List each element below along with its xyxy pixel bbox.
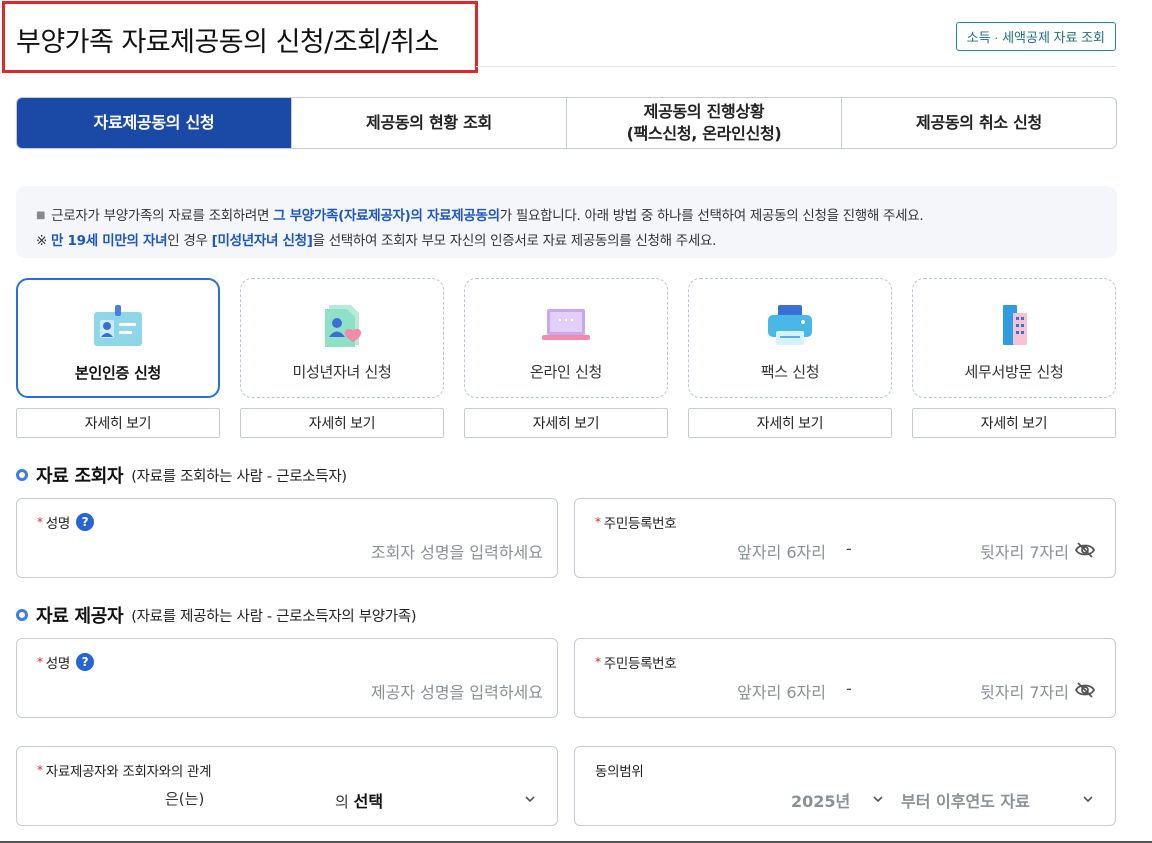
tab-bar: 자료제공동의 신청 제공동의 현황 조회 제공동의 진행상황 (팩스신청, 온라…	[16, 97, 1117, 149]
consent-year-select[interactable]: 2025년	[791, 788, 850, 812]
method-card-fax[interactable]: 팩스 신청	[688, 278, 892, 398]
bullet-icon: ■	[36, 210, 46, 221]
viewer-rrn-field[interactable]: * 주민등록번호 앞자리 6자리 - 뒷자리 7자리	[574, 498, 1116, 578]
viewer-name-field[interactable]: * 성명 ? 조회자 성명을 입력하세요	[16, 498, 558, 578]
tab-consent-status[interactable]: 제공동의 현황 조회	[291, 98, 566, 148]
method-label: 미성년자녀 신청	[292, 363, 392, 381]
method-label: 세무서방문 신청	[964, 363, 1064, 381]
required-mark: *	[595, 655, 601, 669]
header-divider	[476, 66, 1116, 67]
required-mark: *	[595, 515, 601, 529]
help-icon[interactable]: ?	[75, 513, 94, 531]
building-icon	[1003, 305, 1027, 345]
provider-rrn-front-input[interactable]: 앞자리 6자리	[737, 679, 826, 703]
method-label: 본인인증 신청	[75, 364, 161, 382]
consent-range-field[interactable]: 동의범위 2025년 부터 이후연도 자료	[574, 746, 1116, 826]
circle-bullet-icon	[16, 609, 28, 621]
page-title: 부양가족 자료제공동의 신청/조회/취소	[16, 27, 439, 58]
detail-button-online[interactable]: 자세히 보기	[464, 408, 668, 438]
required-mark: *	[37, 515, 43, 529]
provider-section-title: 자료 제공자 (자료를 제공하는 사람 - 근로소득자의 부양가족)	[16, 602, 417, 628]
chevron-down-icon[interactable]	[1083, 795, 1093, 803]
child-document-icon	[325, 305, 362, 347]
relation-subject-text: 은(는)	[165, 790, 205, 808]
method-label: 팩스 신청	[760, 363, 820, 381]
required-mark: *	[37, 763, 43, 777]
chevron-down-icon[interactable]	[873, 795, 883, 803]
viewer-section-title: 자료 조회자 (자료를 조회하는 사람 - 근로소득자)	[16, 462, 347, 488]
provider-rrn-field[interactable]: * 주민등록번호 앞자리 6자리 - 뒷자리 7자리	[574, 638, 1116, 718]
rrn-separator: -	[846, 539, 852, 558]
method-label: 온라인 신청	[530, 363, 602, 381]
detail-button-self-auth[interactable]: 자세히 보기	[16, 408, 220, 438]
relation-select[interactable]: 선택	[354, 792, 383, 811]
required-mark: *	[37, 655, 43, 669]
id-card-icon	[94, 305, 142, 346]
rrn-separator: -	[846, 679, 852, 698]
method-card-self-auth[interactable]: 본인인증 신청	[16, 278, 220, 398]
provider-name-input[interactable]: 제공자 성명을 입력하세요	[371, 679, 543, 703]
method-card-minor-child[interactable]: 미성년자녀 신청	[240, 278, 444, 398]
eye-off-icon[interactable]	[1075, 681, 1095, 699]
method-card-tax-office[interactable]: 세무서방문 신청	[912, 278, 1116, 398]
consent-suffix-select[interactable]: 부터 이후연도 자료	[901, 788, 1030, 812]
notice-box: ■ 근로자가 부양가족의 자료를 조회하려면 그 부양가족(자료제공자)의 자료제…	[16, 186, 1117, 258]
eye-off-icon[interactable]	[1075, 541, 1095, 559]
laptop-icon	[542, 309, 590, 340]
viewer-rrn-back-input[interactable]: 뒷자리 7자리	[980, 539, 1069, 563]
provider-rrn-back-input[interactable]: 뒷자리 7자리	[980, 679, 1069, 703]
provider-name-field[interactable]: * 성명 ? 제공자 성명을 입력하세요	[16, 638, 558, 718]
relation-object-text: 의 선택	[335, 792, 384, 811]
viewer-name-input[interactable]: 조회자 성명을 입력하세요	[371, 539, 543, 563]
method-card-online[interactable]: 온라인 신청	[464, 278, 668, 398]
detail-button-fax[interactable]: 자세히 보기	[688, 408, 892, 438]
tab-consent-progress[interactable]: 제공동의 진행상황 (팩스신청, 온라인신청)	[566, 98, 841, 148]
income-deduction-lookup-button[interactable]: 소득 · 세액공제 자료 조회	[955, 22, 1116, 51]
help-icon[interactable]: ?	[75, 653, 94, 671]
relation-field[interactable]: * 자료제공자와 조회자와의 관계 은(는) 의 선택	[16, 746, 558, 826]
viewer-rrn-front-input[interactable]: 앞자리 6자리	[737, 539, 826, 563]
detail-button-minor-child[interactable]: 자세히 보기	[240, 408, 444, 438]
tab-consent-application[interactable]: 자료제공동의 신청	[17, 98, 291, 148]
tab-consent-cancel[interactable]: 제공동의 취소 신청	[841, 98, 1116, 148]
notice-line-2: ※ 만 19세 미만의 자녀인 경우 [미성년자녀 신청]을 선택하여 조회자 …	[36, 233, 717, 249]
notice-line-1: ■ 근로자가 부양가족의 자료를 조회하려면 그 부양가족(자료제공자)의 자료제…	[36, 208, 924, 224]
circle-bullet-icon	[16, 469, 28, 481]
detail-button-tax-office[interactable]: 자세히 보기	[912, 408, 1116, 438]
chevron-down-icon[interactable]	[525, 795, 535, 803]
fax-icon	[768, 305, 812, 345]
